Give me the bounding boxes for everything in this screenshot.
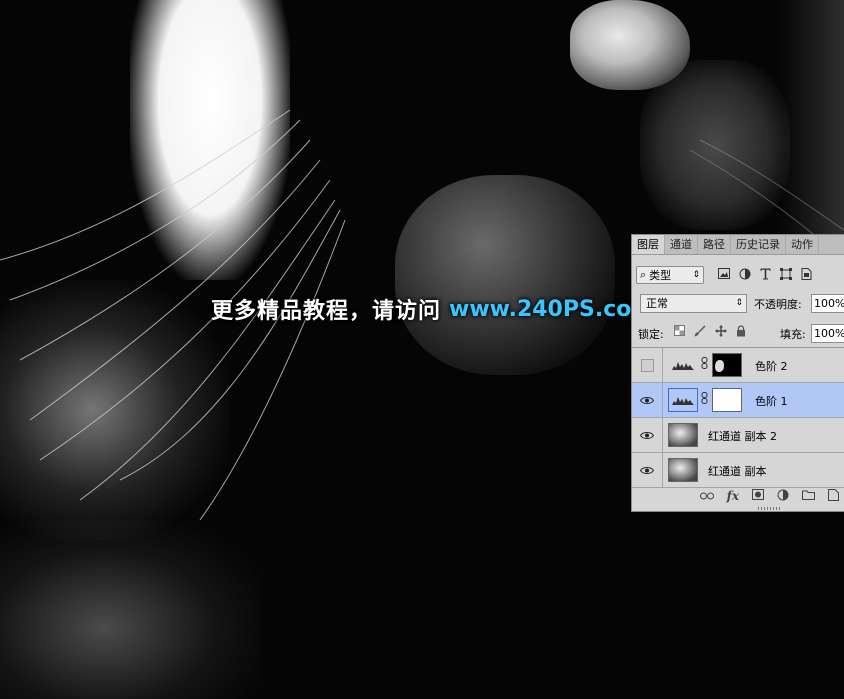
- lock-pixels-icon[interactable]: [694, 325, 706, 340]
- blend-mode-value: 正常: [646, 297, 668, 310]
- tab-actions[interactable]: 动作: [786, 235, 819, 254]
- watermark-text: 更多精品教程，请访问: [211, 299, 442, 324]
- tab-history[interactable]: 历史记录: [731, 235, 786, 254]
- lock-row: 锁定: 填充: 100%: [632, 323, 844, 345]
- new-group-icon[interactable]: [802, 489, 815, 503]
- tab-channels[interactable]: 通道: [665, 235, 698, 254]
- lock-position-icon[interactable]: [715, 325, 727, 340]
- layers-panel: 图层 通道 路径 历史记录 动作 ⌕ 类型 ⇕ 正常 ⇕ 不透明度: 100% …: [631, 234, 844, 512]
- add-mask-icon[interactable]: [752, 489, 764, 503]
- eye-icon: [640, 466, 654, 474]
- eye-icon: [640, 431, 654, 439]
- filter-icons: [718, 267, 812, 283]
- layer-row-red-copy[interactable]: 红通道 副本: [632, 453, 844, 488]
- mask-highlight: [715, 360, 724, 372]
- tab-paths[interactable]: 路径: [698, 235, 731, 254]
- blend-row: 正常 ⇕ 不透明度: 100%: [632, 293, 844, 315]
- layer-row-levels-1[interactable]: 色阶 1: [632, 383, 844, 418]
- layers-list: 色阶 2 色阶 1 红通道 副本 2 红通道 副本: [632, 347, 844, 488]
- layer-filter-select[interactable]: ⌕ 类型 ⇕: [636, 266, 704, 284]
- panel-tabs: 图层 通道 路径 历史记录 动作: [632, 235, 844, 255]
- panel-resize-grip[interactable]: [758, 507, 780, 510]
- new-layer-icon[interactable]: [828, 488, 839, 504]
- levels-adjustment-icon[interactable]: [668, 388, 698, 412]
- lock-transparency-icon[interactable]: [674, 325, 685, 340]
- image-filter-icon[interactable]: [718, 268, 730, 282]
- filter-label: 类型: [649, 269, 672, 282]
- shape-filter-icon[interactable]: [780, 267, 792, 283]
- smart-object-filter-icon[interactable]: [801, 267, 812, 283]
- layer-name: 红通道 副本: [708, 465, 767, 478]
- visibility-off-box: [640, 358, 654, 372]
- layer-name: 色阶 2: [755, 360, 788, 373]
- filter-row: ⌕ 类型 ⇕: [636, 264, 812, 286]
- visibility-toggle[interactable]: [632, 453, 663, 487]
- blend-mode-select[interactable]: 正常 ⇕: [640, 294, 747, 313]
- layer-row-red-copy-2[interactable]: 红通道 副本 2: [632, 418, 844, 453]
- visibility-toggle[interactable]: [632, 418, 663, 452]
- fx-icon[interactable]: fx: [727, 489, 739, 503]
- visibility-toggle[interactable]: [632, 348, 663, 382]
- new-adjustment-icon[interactable]: [777, 489, 789, 504]
- lock-all-icon[interactable]: [736, 325, 746, 340]
- lock-icons: [674, 325, 746, 340]
- spinner-icon: ⇕: [735, 298, 743, 308]
- adjustment-filter-icon[interactable]: [739, 268, 751, 283]
- lock-label: 锁定:: [638, 328, 664, 341]
- search-icon: ⌕: [640, 268, 647, 281]
- spinner-icon: ⇕: [692, 270, 700, 280]
- mask-link-icon[interactable]: [701, 357, 708, 372]
- levels-adjustment-icon[interactable]: [668, 353, 698, 377]
- layer-mask-thumbnail[interactable]: [712, 388, 742, 412]
- tab-layers[interactable]: 图层: [632, 235, 665, 254]
- layer-thumbnail[interactable]: [668, 423, 698, 447]
- layer-name: 色阶 1: [755, 395, 788, 408]
- layer-mask-thumbnail[interactable]: [712, 353, 742, 377]
- layer-row-levels-2[interactable]: 色阶 2: [632, 348, 844, 383]
- type-filter-icon[interactable]: [760, 268, 771, 283]
- opacity-input[interactable]: 100%: [811, 294, 844, 313]
- eye-icon: [640, 396, 654, 404]
- watermark: 更多精品教程，请访问 www.240PS.com: [211, 292, 654, 326]
- panel-footer: fx: [632, 486, 844, 506]
- layer-name: 红通道 副本 2: [708, 430, 777, 443]
- watermark-url: www.240PS.com: [449, 296, 655, 322]
- fill-label: 填充:: [780, 328, 806, 341]
- link-layers-icon[interactable]: [699, 489, 714, 503]
- layer-thumbnail[interactable]: [668, 458, 698, 482]
- fill-input[interactable]: 100%: [811, 324, 844, 343]
- opacity-label: 不透明度:: [754, 298, 802, 311]
- mask-link-icon[interactable]: [701, 392, 708, 407]
- visibility-toggle[interactable]: [632, 383, 663, 417]
